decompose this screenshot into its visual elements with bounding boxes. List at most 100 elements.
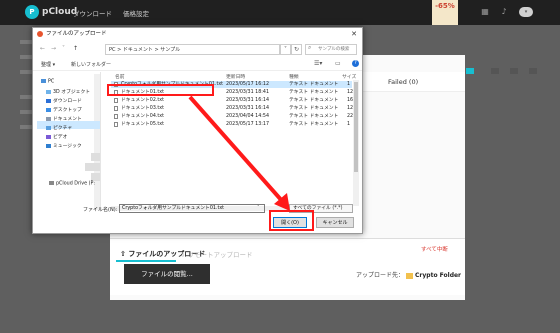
tree-item-pc[interactable]: PC [41, 79, 54, 85]
tree-item-downloads[interactable]: ダウンロード [46, 97, 82, 104]
3d-objects-icon [46, 89, 51, 94]
bell-icon[interactable]: ♪ [499, 7, 509, 17]
tree-item-pcloud-drive[interactable]: pCloud Drive (P: [49, 181, 95, 187]
column-name[interactable]: 名前 [115, 73, 125, 80]
list-view-icon[interactable] [510, 68, 518, 74]
divider [33, 70, 362, 71]
tree-item-pictures[interactable]: ピクチャ [46, 124, 72, 131]
search-icon: ⌕ [308, 44, 312, 51]
file-type: テキスト ドキュメント [289, 82, 339, 87]
filename-label: ファイル名(N): [83, 207, 118, 213]
file-name: ドキュメント04.txt [121, 114, 165, 119]
filename-dropdown-icon[interactable]: ˅ [257, 205, 260, 211]
tree-item-3d-objects[interactable]: 3D オブジェクト [46, 88, 90, 95]
search-input[interactable]: サンプルの検索 [305, 44, 357, 55]
tree-item-label: ピクチャ [53, 126, 73, 131]
forward-icon[interactable]: → [51, 45, 56, 52]
file-modified: 2023/03/31 18:41 [226, 90, 269, 95]
download-icon [46, 98, 51, 103]
column-modified[interactable]: 更新日時 [226, 73, 245, 80]
file-size: 1 [347, 122, 351, 127]
folder-icon[interactable] [491, 68, 499, 74]
dialog-title: ファイルのアップロード [46, 31, 107, 37]
app-header: P pCloud ダウンロード 価格設定 -65% ▦ ♪ ▾ [0, 0, 560, 25]
tree-item-videos[interactable]: ビデオ [46, 133, 67, 140]
failed-count[interactable]: Failed (0) [388, 78, 418, 86]
tree-item-music[interactable]: ミュージック [46, 142, 82, 149]
preview-pane-icon[interactable]: ▭ [335, 60, 341, 67]
file-type: テキスト ドキュメント [289, 122, 339, 127]
tree-item-label: 3D オブジェクト [53, 90, 91, 95]
pictures-icon [46, 125, 51, 130]
tab-remote-upload[interactable]: ⇩ リモートアップロード [180, 249, 253, 259]
tree-item-label: デスクトップ [53, 108, 82, 113]
text-file-icon [114, 106, 118, 111]
tree-item-label: ドキュメント [53, 117, 82, 122]
file-modified: 2023/03/31 16:14 [226, 106, 269, 111]
active-tab-indicator [116, 260, 176, 262]
view-options-icon[interactable]: ☰▾ [314, 60, 322, 67]
browse-files-button[interactable]: ファイルの閲覧... [124, 264, 210, 284]
destination-label: アップロード先： [356, 272, 405, 279]
text-file-icon [114, 98, 118, 103]
file-modified: 2023/05/17 13:17 [226, 122, 269, 127]
upload-destination: アップロード先： Crypto Folder [356, 270, 461, 279]
file-modified: 2023/05/17 16:12 [226, 82, 269, 87]
file-row[interactable]: ドキュメント03.txt 2023/03/31 16:14 テキスト ドキュメント 1… [111, 105, 353, 112]
stop-all-link[interactable]: すべて中断 [421, 245, 448, 253]
file-name: ドキュメント03.txt [121, 106, 165, 111]
highlight-selected-file [107, 84, 214, 96]
file-modified: 2023/04/04 14:54 [226, 114, 269, 119]
new-folder-button[interactable]: 新しいフォルダー [71, 61, 111, 68]
cancel-button[interactable]: キャンセル [316, 217, 354, 228]
tree-item-label: PC [48, 79, 55, 85]
tree-item-desktop[interactable]: デスクトップ [46, 106, 82, 113]
file-size: 1 [347, 82, 351, 87]
file-type: テキスト ドキュメント [289, 90, 339, 95]
file-type: テキスト ドキュメント [289, 98, 339, 103]
help-icon[interactable]: ? [352, 60, 359, 67]
file-type: テキスト ドキュメント [289, 106, 339, 111]
back-icon[interactable]: ← [40, 45, 45, 52]
address-dropdown-icon[interactable]: ˅ [280, 44, 291, 55]
file-type: テキスト ドキュメント [289, 114, 339, 119]
documents-icon [46, 116, 51, 121]
tree-item-label: ビデオ [53, 135, 68, 140]
sort-icon[interactable] [529, 68, 537, 74]
tree-item-documents[interactable]: ドキュメント [46, 115, 82, 122]
videos-icon [46, 134, 51, 139]
avatar[interactable]: ▾ [519, 7, 533, 17]
organize-menu[interactable]: 整理 ▾ [41, 61, 55, 68]
file-row[interactable]: ドキュメント05.txt 2023/05/17 13:17 テキスト ドキュメント 1 [111, 121, 352, 128]
blurred-item [91, 153, 100, 161]
tree-item-label: ミュージック [53, 144, 82, 149]
close-icon[interactable]: ✕ [351, 28, 357, 40]
music-icon [46, 143, 51, 148]
up-icon[interactable]: ↑ [73, 45, 78, 52]
pcloud-logo-icon[interactable]: P [25, 5, 39, 19]
promo-badge[interactable]: -65% [432, 0, 458, 25]
column-type[interactable]: 種類 [289, 73, 299, 80]
desktop-icon [46, 107, 51, 112]
list-scrollbar-thumb[interactable] [354, 82, 358, 172]
file-row[interactable]: ドキュメント04.txt 2023/04/04 14:54 テキスト ドキュメント 2… [111, 113, 353, 120]
blurred-item [85, 163, 100, 171]
filename-input[interactable]: Cryptoフォルダ用サンプルドキュメント01.txt [119, 204, 265, 213]
chevron-down-icon[interactable]: ˅ [62, 45, 65, 52]
pc-icon [41, 79, 46, 83]
address-bar[interactable]: PC > ドキュメント > サンプル [105, 44, 280, 55]
refresh-icon[interactable]: ↻ [291, 44, 302, 55]
nav-pricing[interactable]: 価格設定 [123, 8, 149, 18]
file-row[interactable]: ドキュメント02.txt 2023/03/31 16:14 テキスト ドキュメント 1… [111, 97, 353, 104]
text-file-icon [114, 122, 118, 127]
nav-download[interactable]: ダウンロード [73, 8, 112, 18]
grid-icon[interactable]: ▦ [480, 7, 490, 17]
destination-folder[interactable]: Crypto Folder [415, 272, 461, 279]
upload-icon[interactable] [466, 68, 474, 74]
column-size[interactable]: サイズ [342, 73, 356, 80]
brand-name[interactable]: pCloud [42, 7, 77, 17]
drive-icon [49, 181, 54, 185]
file-name: ドキュメント02.txt [121, 98, 165, 103]
blurred-item [91, 173, 100, 181]
tree-scrollbar[interactable] [94, 74, 100, 210]
